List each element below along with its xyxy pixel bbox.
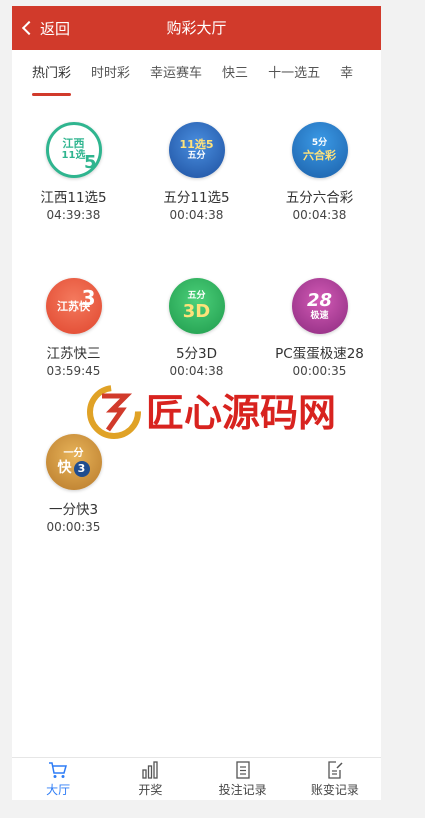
- game-countdown: 04:39:38: [46, 208, 101, 222]
- nav-label: 账变记录: [310, 782, 359, 797]
- category-tabs: 热门彩 时时彩 幸运赛车 快三 十一选五 幸: [12, 50, 381, 98]
- edit-document-icon: [328, 760, 343, 779]
- nav-balance-records[interactable]: 账变记录: [289, 758, 381, 800]
- watermark-text: 匠心源码网: [146, 391, 336, 435]
- bar-chart-icon: [142, 760, 159, 779]
- back-label: 返回: [40, 19, 71, 38]
- chevron-left-icon: [21, 20, 37, 36]
- tab-ssc[interactable]: 时时彩: [81, 50, 140, 98]
- game-wf11x5[interactable]: 11选5 五分 五分11选5 00:04:38: [135, 122, 258, 222]
- nav-label: 大厅: [46, 782, 71, 797]
- tab-11x5[interactable]: 十一选五: [258, 50, 330, 98]
- wf11x5-logo-icon: 11选5 五分: [168, 122, 225, 178]
- wf-lhc-logo-icon: 5分 六合彩: [291, 122, 348, 178]
- game-pcdd-28[interactable]: 28 极速 PC蛋蛋极速28 00:00:35: [258, 278, 381, 378]
- nav-hall[interactable]: 大厅: [12, 758, 104, 800]
- nav-label: 开奖: [138, 782, 163, 797]
- game-countdown: 00:04:38: [169, 364, 224, 378]
- tab-k3[interactable]: 快三: [212, 50, 258, 98]
- game-name: 江苏快三: [46, 346, 101, 362]
- game-countdown: 03:59:45: [46, 364, 101, 378]
- tab-lucky-racing[interactable]: 幸运赛车: [140, 50, 212, 98]
- nav-draw-results[interactable]: 开奖: [104, 758, 196, 800]
- header-bar: 返回 购彩大厅: [12, 6, 381, 50]
- pcdd-logo-icon: 28 极速: [291, 278, 348, 334]
- game-countdown: 00:04:38: [292, 208, 347, 222]
- tab-hot[interactable]: 热门彩: [12, 50, 81, 98]
- game-name: 五分11选5: [163, 190, 230, 206]
- nav-label: 投注记录: [218, 782, 267, 797]
- tab-lucky-more[interactable]: 幸: [330, 50, 363, 98]
- game-yfk3[interactable]: 一分 快3 一分快3 00:00:35: [12, 434, 135, 534]
- game-countdown: 00:00:35: [292, 364, 347, 378]
- game-name: 5分3D: [175, 346, 218, 362]
- game-name: 五分六合彩: [285, 190, 354, 206]
- game-countdown: 00:04:38: [169, 208, 224, 222]
- game-countdown: 00:00:35: [46, 520, 101, 534]
- game-jsk3[interactable]: 江苏快 3 江苏快三 03:59:45: [12, 278, 135, 378]
- jsk3-logo-icon: 江苏快 3: [45, 278, 102, 334]
- game-name: PC蛋蛋极速28: [275, 346, 364, 362]
- jx11x5-logo-icon: 江西 11选 5: [45, 122, 102, 178]
- game-jx11x5[interactable]: 江西 11选 5 江西11选5 04:39:38: [12, 122, 135, 222]
- cart-icon: [49, 761, 68, 778]
- yfk3-logo-icon: 一分 快3: [45, 434, 102, 490]
- game-name: 江西11选5: [40, 190, 107, 206]
- document-icon: [235, 760, 250, 779]
- game-wf-lhc[interactable]: 5分 六合彩 五分六合彩 00:04:38: [258, 122, 381, 222]
- nav-bet-records[interactable]: 投注记录: [197, 758, 289, 800]
- wf3d-logo-icon: 五分 3D: [168, 278, 225, 334]
- app-container: 返回 购彩大厅 热门彩 时时彩 幸运赛车 快三 十一选五 幸 江西 11选 5 …: [12, 6, 381, 800]
- back-button[interactable]: 返回: [20, 6, 70, 50]
- bottom-nav: 大厅 开奖 投注记录 账变记录: [12, 757, 381, 800]
- game-name: 一分快3: [48, 502, 99, 518]
- game-wf3d[interactable]: 五分 3D 5分3D 00:04:38: [135, 278, 258, 378]
